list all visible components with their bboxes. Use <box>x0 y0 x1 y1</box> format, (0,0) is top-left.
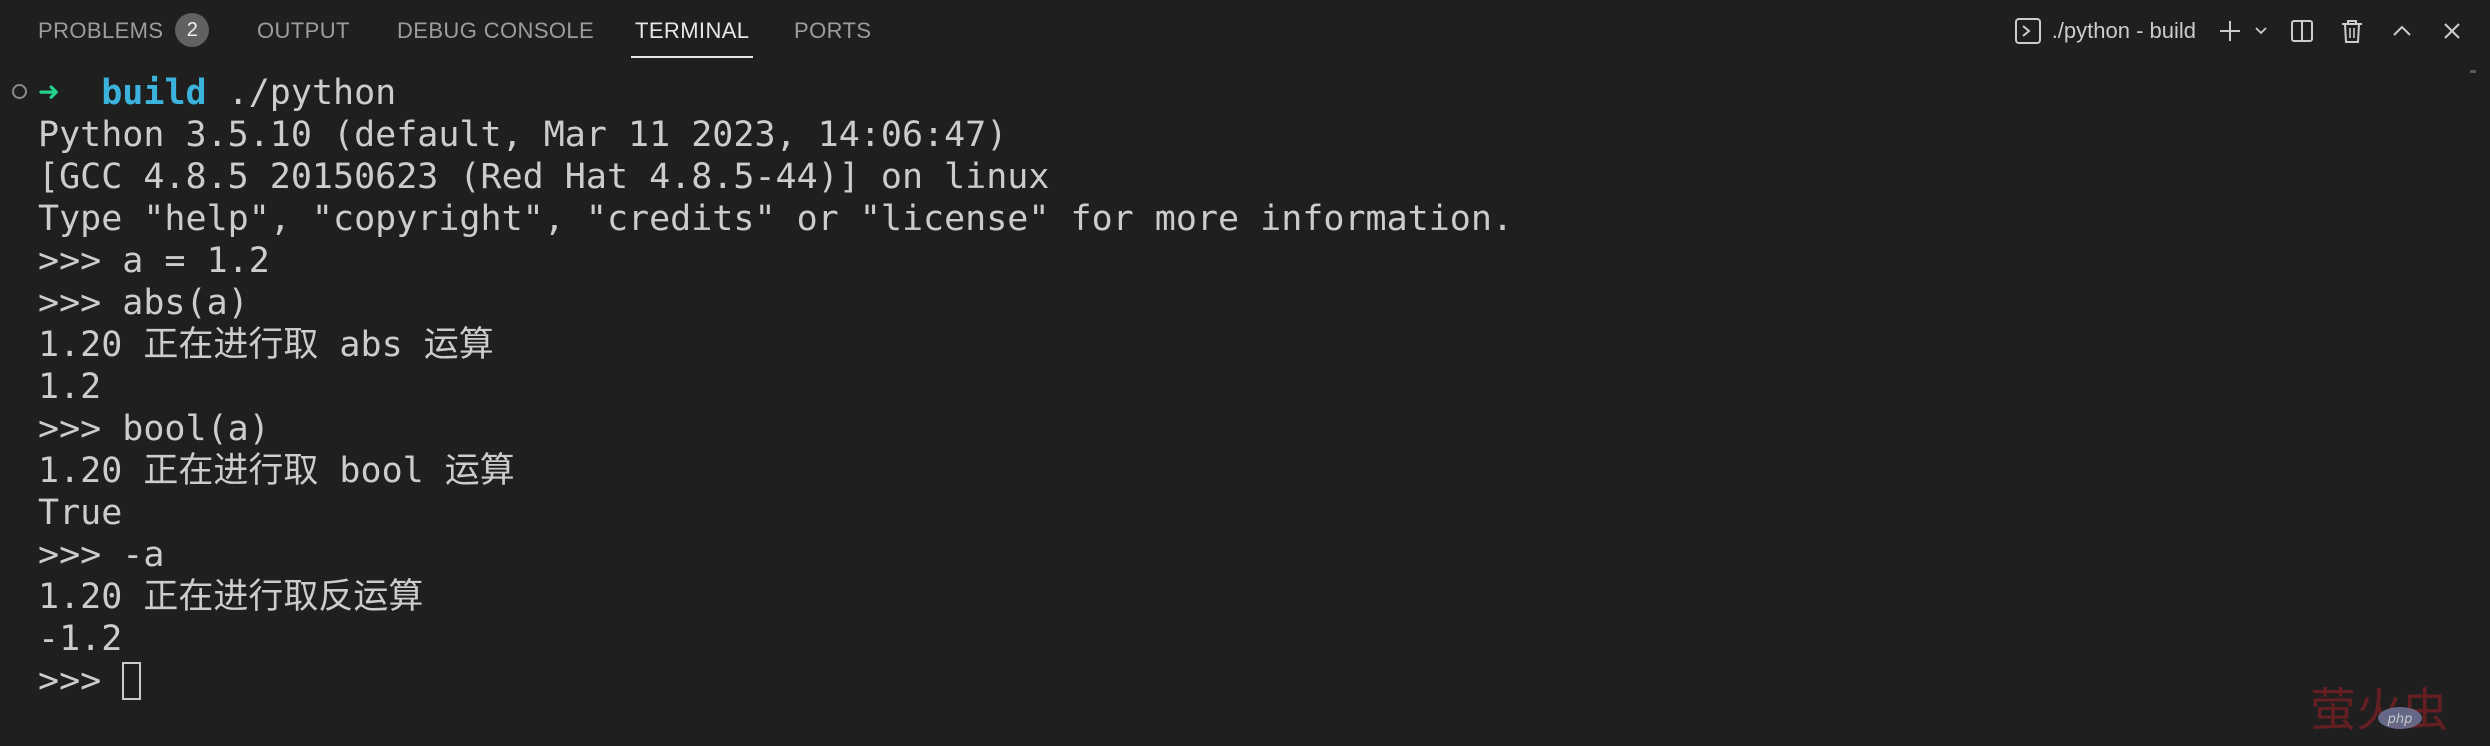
terminal-line: 1.20 正在进行取 bool 运算 <box>38 451 515 491</box>
shell-prompt-line: ➜ build ./python <box>38 72 396 114</box>
tab-ports[interactable]: PORTS <box>794 0 871 58</box>
terminal-panel: PROBLEMS 2 OUTPUT DEBUG CONSOLE TERMINAL … <box>0 0 2490 746</box>
terminal-line: >>> a = 1.2 <box>38 241 270 281</box>
terminal-line: 1.20 正在进行取 abs 运算 <box>38 325 494 365</box>
plus-icon <box>2220 21 2240 41</box>
prompt-arrow-icon: ➜ <box>38 73 60 113</box>
tab-terminal-label: TERMINAL <box>635 18 750 43</box>
close-panel-button[interactable] <box>2432 11 2472 51</box>
terminal-line: [GCC 4.8.5 20150623 (Red Hat 4.8.5-44)] … <box>38 157 1050 197</box>
terminal-line: >>> -a <box>38 535 165 575</box>
trash-icon <box>2342 20 2362 43</box>
panel-tab-bar: PROBLEMS 2 OUTPUT DEBUG CONSOLE TERMINAL … <box>0 0 2490 62</box>
prompt-directory: build <box>101 73 207 113</box>
tab-output-label: OUTPUT <box>257 18 350 43</box>
terminal-line: -1.2 <box>38 619 123 659</box>
tab-ports-label: PORTS <box>794 18 872 43</box>
current-prompt-line: >>> <box>38 660 142 702</box>
terminal-profiles-button[interactable] <box>2250 11 2272 51</box>
tab-problems[interactable]: PROBLEMS 2 <box>38 0 210 58</box>
new-terminal-button[interactable] <box>2210 11 2250 51</box>
terminal-output[interactable]: ➜ build ./python Python 3.5.10 (default,… <box>0 70 2460 746</box>
terminal-line: 1.20 正在进行取反运算 <box>38 577 424 617</box>
terminal-line: Python 3.5.10 (default, Mar 11 2023, 14:… <box>38 115 1008 155</box>
tab-terminal[interactable]: TERMINAL <box>631 0 754 58</box>
scrollbar[interactable] <box>2470 70 2476 73</box>
close-icon <box>2444 23 2460 39</box>
terminal-line: Type "help", "copyright", "credits" or "… <box>38 199 1514 239</box>
active-tab-indicator <box>631 56 754 58</box>
terminal-icon <box>2014 18 2041 44</box>
problems-count-badge: 2 <box>175 13 210 47</box>
terminal-cursor <box>122 662 142 700</box>
watermark-text: 萤火虫 <box>2310 683 2448 737</box>
prompt-command: ./python <box>206 73 397 113</box>
maximize-panel-button[interactable] <box>2382 11 2422 51</box>
terminal-selector[interactable]: ./python - build <box>2010 11 2200 51</box>
command-decoration-icon[interactable] <box>12 84 27 99</box>
current-prompt: >>> <box>38 661 123 701</box>
tab-debug-console[interactable]: DEBUG CONSOLE <box>397 0 594 58</box>
chevron-up-icon <box>2393 25 2411 36</box>
tab-output[interactable]: OUTPUT <box>257 0 350 58</box>
chevron-down-icon <box>2255 27 2267 35</box>
watermark-sub: php <box>2387 712 2413 727</box>
terminal-line: >>> bool(a) <box>38 409 270 449</box>
tab-debug-console-label: DEBUG CONSOLE <box>397 18 595 43</box>
panel-toolbar: ./python - build <box>2010 0 2472 62</box>
split-icon <box>2291 20 2313 42</box>
kill-terminal-button[interactable] <box>2332 11 2372 51</box>
terminal-selector-label: ./python - build <box>2051 18 2196 43</box>
split-terminal-button[interactable] <box>2282 11 2322 51</box>
terminal-line: 1.2 <box>38 367 102 407</box>
watermark-logo: 萤火虫 php <box>2310 683 2448 737</box>
tab-problems-label: PROBLEMS <box>38 18 164 43</box>
terminal-line: >>> abs(a) <box>38 283 249 323</box>
terminal-line: True <box>38 493 123 533</box>
